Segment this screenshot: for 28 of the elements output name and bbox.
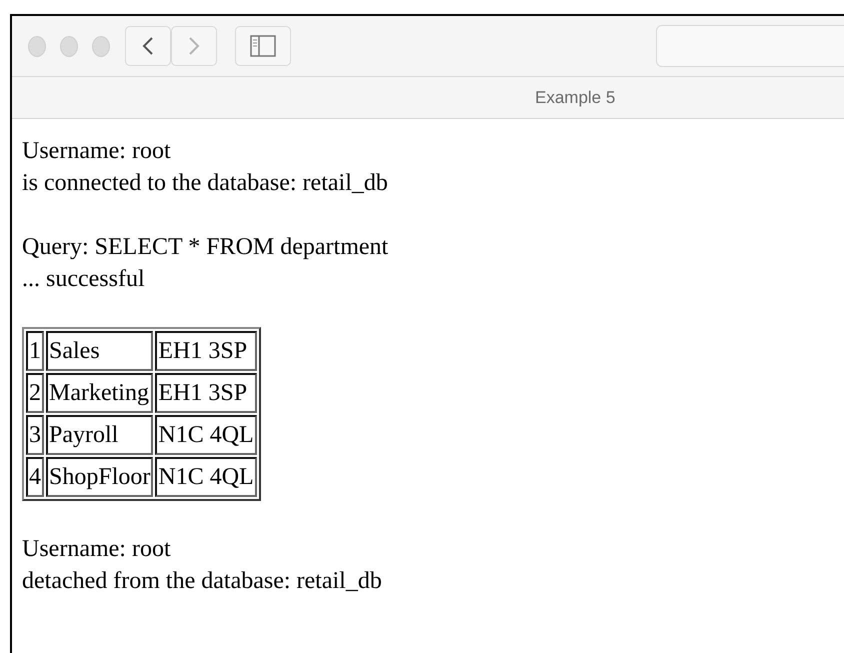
table-cell: Marketing — [46, 373, 154, 413]
table-cell: EH1 3SP — [155, 331, 257, 371]
output-line: is connected to the database: retail_db — [22, 169, 388, 198]
back-button[interactable] — [125, 26, 172, 66]
table-cell: 4 — [26, 457, 44, 497]
close-light[interactable] — [28, 36, 46, 56]
zoom-light[interactable] — [92, 36, 110, 56]
table-cell: N1C 4QL — [155, 415, 257, 455]
table-cell: ShopFloor — [46, 457, 154, 497]
minimize-light[interactable] — [60, 36, 78, 56]
sidebar-button[interactable] — [235, 26, 292, 66]
forward-chevron-icon — [188, 36, 200, 56]
table-cell: N1C 4QL — [155, 457, 257, 497]
back-chevron-icon — [142, 36, 154, 56]
table-cell: Payroll — [46, 415, 154, 455]
output-line: Username: root — [22, 137, 171, 166]
sidebar-icon — [250, 35, 276, 57]
output-line: detached from the database: retail_db — [22, 567, 382, 596]
table-cell: 3 — [26, 415, 44, 455]
table-cell: Sales — [46, 331, 154, 371]
table-cell: 1 — [26, 331, 44, 371]
table-cell: EH1 3SP — [155, 373, 257, 413]
tab-title: Example 5 — [535, 88, 616, 108]
output-line: Query: SELECT * FROM department — [22, 233, 388, 262]
address-field[interactable] — [656, 25, 844, 67]
output-line: ... successful — [22, 265, 145, 294]
output-line: Username: root — [22, 535, 171, 564]
table-cell: 2 — [26, 373, 44, 413]
